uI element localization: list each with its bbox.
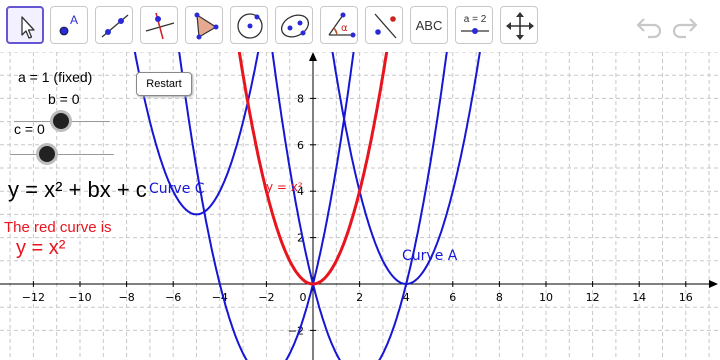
curve-a-label: Curve A bbox=[402, 248, 458, 264]
redo-button[interactable] bbox=[670, 10, 702, 42]
cursor-arrow-icon bbox=[21, 16, 35, 39]
redo-icon bbox=[672, 18, 698, 39]
general-equation: y = x² + bx + c bbox=[8, 177, 147, 202]
x-tick-label: −8 bbox=[118, 291, 134, 304]
text-tool-button[interactable]: ABC bbox=[410, 6, 448, 44]
x-axis-arrow bbox=[709, 280, 718, 288]
line-tool-button[interactable] bbox=[95, 6, 133, 44]
param-c-label: c = 0 bbox=[14, 121, 45, 137]
param-b-label: b = 0 bbox=[48, 91, 80, 107]
param-a-label: a = 1 (fixed) bbox=[18, 69, 93, 85]
x-tick-label: 6 bbox=[449, 291, 456, 304]
undo-icon bbox=[636, 18, 662, 39]
c-slider-track[interactable] bbox=[10, 154, 114, 155]
c-slider-knob[interactable] bbox=[39, 146, 55, 162]
move-view-tool-button[interactable] bbox=[500, 6, 538, 44]
slider-tool-button[interactable]: a = 2 bbox=[455, 6, 493, 44]
curve-c-label: Curve C bbox=[149, 181, 205, 197]
b-slider-knob[interactable] bbox=[53, 113, 69, 129]
reflect-tool-button[interactable] bbox=[365, 6, 403, 44]
grid bbox=[0, 52, 720, 360]
triangle-polygon-icon bbox=[194, 12, 219, 40]
perpendicular-line-tool-button[interactable] bbox=[140, 6, 178, 44]
circle-tool-button[interactable] bbox=[230, 6, 268, 44]
angle-icon: α bbox=[328, 12, 356, 38]
x-tick-label: 0 bbox=[300, 291, 307, 304]
x-tick-label: 8 bbox=[496, 291, 503, 304]
y-tick-label: 6 bbox=[297, 139, 304, 152]
point-tool-button[interactable]: A bbox=[50, 6, 88, 44]
angle-tool-symbol: α bbox=[341, 23, 348, 34]
red-curve-caption: The red curve is bbox=[4, 219, 112, 236]
text-tool-label: ABC bbox=[415, 17, 443, 33]
slider-tool-label: a = 2 bbox=[464, 14, 487, 25]
x-tick-label: 16 bbox=[679, 291, 693, 304]
ellipse-tool-button[interactable] bbox=[275, 6, 313, 44]
restart-button[interactable]: Restart bbox=[136, 72, 192, 96]
polygon-tool-button[interactable] bbox=[185, 6, 223, 44]
point-icon: A bbox=[59, 13, 78, 36]
move-tool-button[interactable] bbox=[6, 6, 44, 44]
x-tick-label: −10 bbox=[68, 291, 91, 304]
slider-icon: a = 2 bbox=[461, 14, 489, 34]
circle-with-center-icon bbox=[237, 13, 263, 39]
ellipse-icon bbox=[280, 14, 310, 38]
undo-button[interactable] bbox=[632, 10, 664, 42]
toolbar: A α ABC a = 2 bbox=[0, 0, 720, 52]
y-axis-arrow bbox=[309, 52, 317, 61]
x-tick-label: −12 bbox=[22, 291, 45, 304]
point-tool-letter: A bbox=[70, 13, 78, 27]
x-tick-label: 12 bbox=[586, 291, 600, 304]
angle-tool-button[interactable]: α bbox=[320, 6, 358, 44]
x-tick-label: −6 bbox=[165, 291, 181, 304]
x-tick-label: 2 bbox=[356, 291, 363, 304]
reflect-about-line-icon bbox=[374, 13, 397, 39]
line-through-points-icon bbox=[101, 14, 129, 38]
perpendicular-line-icon bbox=[145, 12, 175, 40]
x-tick-label: −2 bbox=[258, 291, 274, 304]
four-way-arrow-icon bbox=[506, 12, 534, 40]
red-curve-label: y = x² bbox=[266, 180, 303, 194]
red-curve-equation: y = x² bbox=[16, 237, 66, 259]
y-tick-label: 8 bbox=[297, 92, 304, 105]
x-tick-label: 14 bbox=[632, 291, 646, 304]
x-tick-label: 10 bbox=[539, 291, 553, 304]
graphics-view[interactable]: −12 −10 −8 −6 −4 −2 0 2 4 6 8 10 12 14 168642−2 Curve … bbox=[0, 52, 720, 360]
